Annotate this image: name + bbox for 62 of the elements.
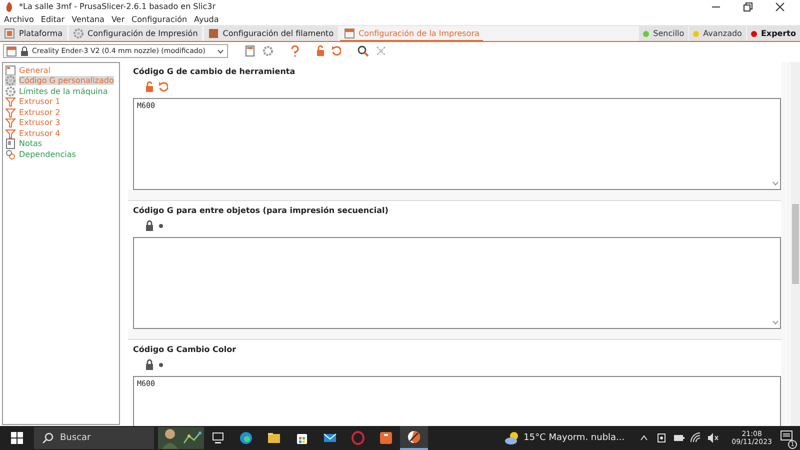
gear-icon [72, 28, 84, 39]
menu-item[interactable]: Ventana [72, 14, 104, 24]
unlocked-lock-icon[interactable] [316, 45, 326, 57]
lock-icon [20, 46, 29, 56]
gear-icon[interactable] [262, 45, 274, 57]
app-logo-icon [4, 0, 14, 12]
speaker-muted-icon[interactable] [706, 432, 719, 444]
mode-button[interactable]: Experto [746, 26, 800, 41]
plate-icon [4, 28, 15, 39]
window-title: *La salle 3mf - PrusaSlicer-2.6.1 basado en Slic3r [19, 2, 216, 11]
tab[interactable]: Configuración del filamento [204, 26, 338, 41]
lock-icon[interactable] [145, 359, 154, 371]
page-icon [5, 64, 16, 76]
wifi-icon[interactable] [690, 432, 702, 444]
menu-item[interactable]: Ver [111, 14, 125, 24]
undo-icon[interactable] [158, 81, 168, 93]
mode-button[interactable]: Sencillo [639, 26, 688, 41]
scrollbar[interactable] [791, 62, 800, 426]
funnel-icon [5, 128, 16, 139]
search-icon[interactable] [357, 45, 370, 57]
gear-icon [5, 86, 16, 97]
help-icon[interactable] [290, 45, 300, 57]
search-highlight-icon [158, 427, 204, 449]
tab[interactable]: Configuración de Impresión [68, 26, 202, 41]
sidebar-item[interactable]: Límites de la máquina [5, 86, 117, 96]
search-icon [42, 432, 54, 444]
undo-icon[interactable] [331, 45, 342, 57]
slicer-app-icon[interactable] [400, 426, 428, 450]
section-title: Código G para entre objetos (para impresión secuencial) [133, 205, 390, 217]
weather-text[interactable]: 15°C Mayorm. nubla... [524, 433, 625, 443]
sidebar-item[interactable]: Notas [5, 138, 117, 149]
menu-item[interactable]: Editar [40, 14, 65, 24]
restore-icon[interactable] [742, 0, 754, 12]
unlocked-lock-icon[interactable] [145, 81, 154, 93]
menu-item[interactable]: Archivo [4, 14, 34, 24]
funnel-icon [5, 106, 16, 118]
close-icon[interactable] [774, 0, 786, 12]
scroll-down-icon[interactable] [772, 181, 779, 187]
printer-icon [344, 28, 355, 38]
scroll-down-icon[interactable] [772, 320, 779, 326]
device-icon[interactable] [656, 432, 668, 444]
menu-item[interactable]: Ayuda [194, 14, 219, 24]
gear-icon [5, 75, 16, 86]
funnel-icon [5, 96, 16, 108]
sidebar-item[interactable]: Dependencias [5, 149, 117, 160]
save-icon[interactable] [244, 45, 256, 57]
printer-icon [6, 46, 17, 56]
section-title: Código G de cambio de herramienta [133, 66, 296, 78]
lock-icon[interactable] [145, 220, 154, 232]
tab[interactable]: Plataforma [0, 26, 67, 41]
note-icon [5, 138, 16, 150]
compare-icon[interactable] [375, 45, 388, 57]
spool-icon [208, 28, 219, 39]
weather-icon[interactable] [504, 431, 520, 445]
funnel-icon [5, 117, 16, 128]
battery-icon[interactable] [672, 432, 685, 444]
link-icon [5, 148, 16, 160]
section-title: Código G Cambio Color [133, 344, 238, 356]
code-field[interactable] [133, 237, 781, 329]
menu-item[interactable]: Configuración [132, 14, 188, 24]
search-field[interactable]: Buscar [34, 427, 154, 449]
mode-button[interactable]: Avanzado [689, 26, 746, 41]
